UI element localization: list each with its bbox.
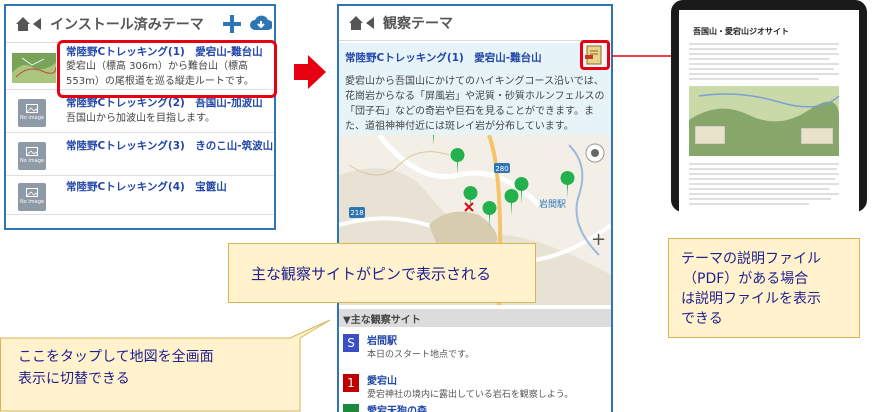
site-desc: 本日のスタート地点です。 [367,350,475,360]
station-label: 岩間駅 [539,198,566,210]
site-badge: S [343,334,359,352]
callout-tap-line: ここをタップして地図を全画面 [18,349,214,365]
theme-item-title: 常陸野Cトレッキング(4) 宝篋山 [66,181,227,193]
home-back-icon[interactable] [14,15,44,33]
no-image-icon: No image [18,99,46,127]
right-arrow-icon [294,55,326,89]
callout-pdf-line: （PDF）がある場合 [683,271,809,287]
highlight-box [57,40,277,98]
panel2-title: 観察テーマ [383,16,453,32]
callout-pins: 主な観察サイトがピンで表示される [228,243,536,303]
site-list: S 岩間駅 本日のスタート地点です。 1 愛宕山 愛宕神社の境内に露出している岩… [339,328,611,412]
panel2-header: 観察テーマ [339,6,611,41]
observation-theme-panel: 観察テーマ 常陸野Cトレッキング(1) 愛宕山-難台山 愛宕山から吾国山にかけて… [337,4,613,412]
site-desc: 愛宕神社の境内に露出している岩石を観察しよう。 [367,390,574,400]
observation-sites-header: ▼主な観察サイト [339,309,611,327]
theme-item-desc: 吾国山から加波山を目指します。 [66,113,215,124]
locate-icon [591,149,599,157]
no-image-icon: No image [18,183,46,211]
pdf-viewer-panel: 吾国山・愛宕山ジオサイト [671,0,867,212]
callout-tap-text: ここをタップして地図を全画面 表示に切替できる [18,346,214,390]
pdf-doc-title: 吾国山・愛宕山ジオサイト [693,27,789,36]
no-image-label: No image [20,115,44,121]
pdf-button[interactable] [580,40,610,70]
site-badge: 1 [343,374,359,392]
site-name: 愛宕山 [367,376,397,387]
callout-pdf: テーマの説明ファイル （PDF）がある場合 は説明ファイルを表示 できる [668,238,860,338]
add-icon[interactable] [223,15,241,33]
site-list-item[interactable]: S 岩間駅 本日のスタート地点です。 [339,332,611,362]
theme-list-item[interactable]: No image 常陸野Cトレッキング(4) 宝篋山 [6,177,274,215]
callout-pdf-line: テーマの説明ファイル [681,251,821,267]
panel1-title: インストール済みテーマ [50,17,204,33]
no-image-icon: No image [18,142,46,170]
callout-pdf-line: できる [681,311,723,327]
home-back-icon[interactable] [347,14,377,32]
theme-thumbnail-map [12,53,56,83]
section-label: ▼主な観察サイト [343,315,421,326]
theme-list-item[interactable]: No image 常陸野Cトレッキング(3) きのこ山-筑波山 [6,134,274,176]
theme-title: 常陸野Cトレッキング(1) 愛宕山-難台山 [345,52,542,64]
pdf-file-icon [585,45,602,65]
site-list-item[interactable]: 1 愛宕山 愛宕神社の境内に露出している岩石を観察しよう。 [339,372,611,402]
theme-item-title: 常陸野Cトレッキング(3) きのこ山-筑波山 [66,140,274,152]
no-image-label: No image [20,158,44,164]
site-name: 岩間駅 [367,336,397,347]
site-name: 愛宕天狗の森 [367,406,427,412]
site-badge [343,404,359,412]
callout-pdf-line: は説明ファイルを表示 [681,291,821,307]
callout-pins-text: 主な観察サイトがピンで表示される [251,265,492,283]
no-image-label: No image [20,199,44,205]
road-sign-218: 218 [350,209,363,217]
road-sign-280: 280 [495,165,508,173]
pdf-page-content [689,43,840,205]
pdf-document[interactable]: 吾国山・愛宕山ジオサイト [679,10,859,212]
cloud-download-icon[interactable] [250,14,272,34]
callout-tap-line: 表示に切替できる [18,371,130,387]
theme-info-area: 常陸野Cトレッキング(1) 愛宕山-難台山 愛宕山から吾国山にかけてのハイキング… [339,43,611,135]
zoom-in-icon: + [591,229,606,250]
panel1-header: インストール済みテーマ [6,6,274,43]
installed-themes-panel: インストール済みテーマ 常陸野Cトレッキング(1) 愛宕山-難台山 愛宕山（標高… [4,4,276,230]
theme-description: 愛宕山から吾国山にかけてのハイキングコース沿いでは、花崗岩からなる「屏風岩」や泥… [345,76,605,132]
site-list-item[interactable]: 愛宕天狗の森 [339,402,611,412]
